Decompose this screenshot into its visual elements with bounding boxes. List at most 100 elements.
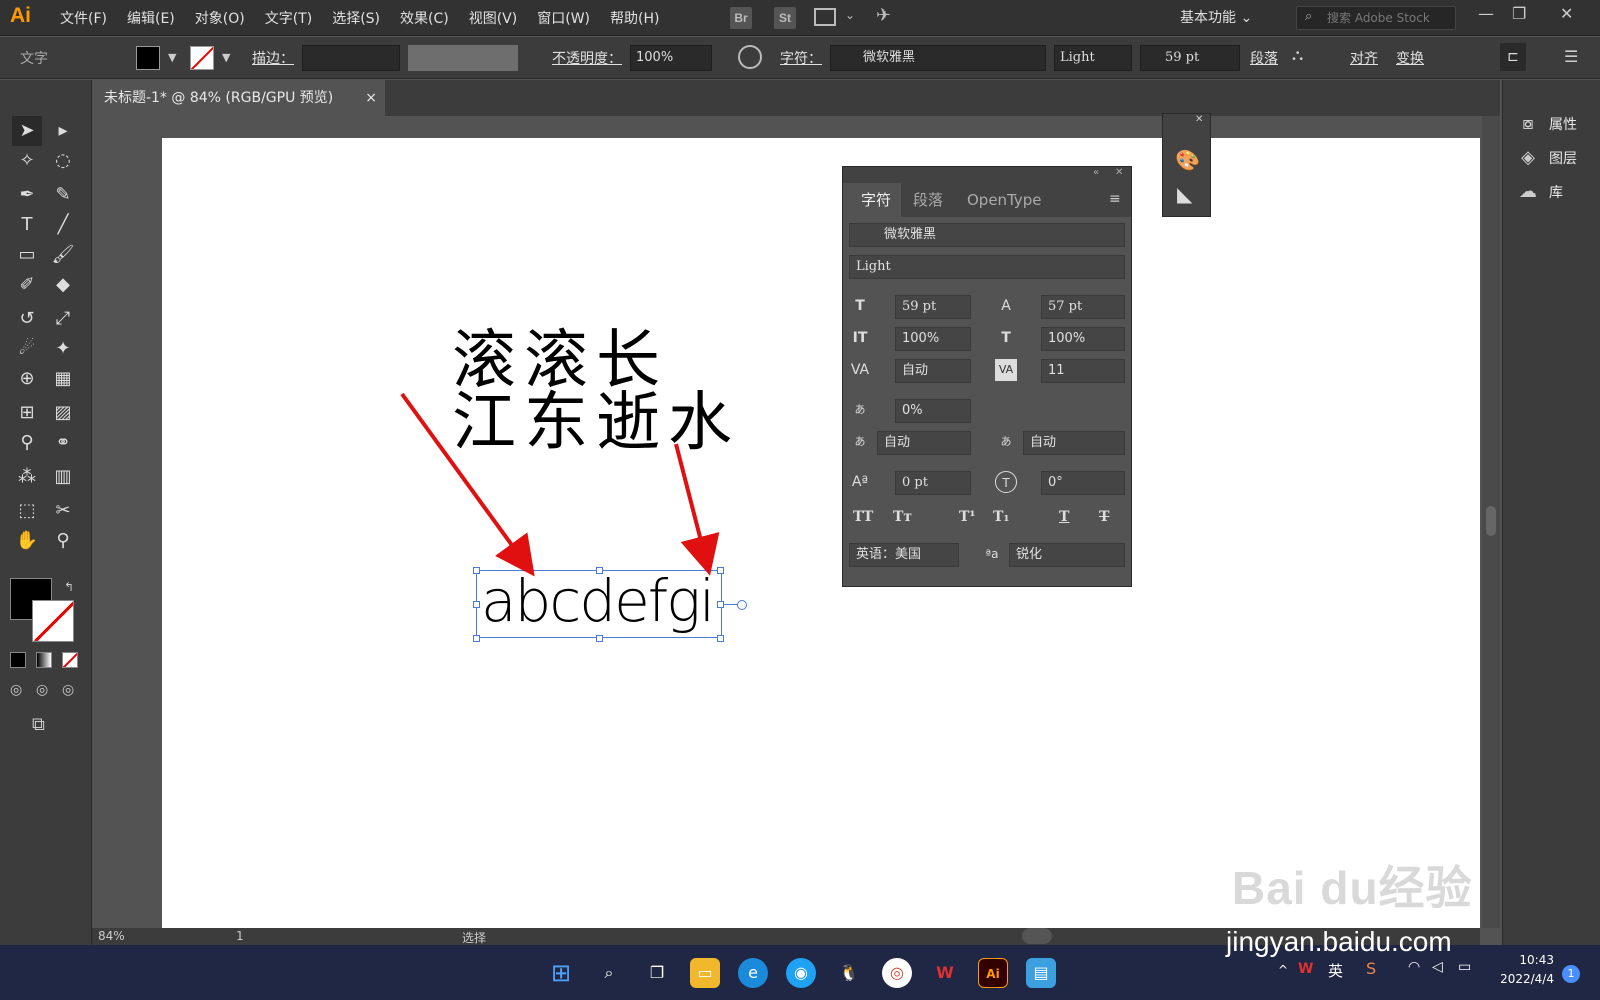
volume-icon[interactable]: ◁ [1432, 959, 1443, 975]
menu-effect[interactable]: 效果(C) [390, 8, 459, 28]
horizontal-scroll-thumb[interactable] [1022, 928, 1052, 944]
wps-icon[interactable]: W [930, 958, 960, 988]
stroke-label[interactable]: 描边： [252, 48, 294, 68]
menu-help[interactable]: 帮助(H) [600, 8, 669, 28]
font-family-field[interactable]: 微软雅黑 [830, 45, 1046, 71]
tab-opentype[interactable]: OpenType [957, 183, 1052, 217]
menu-type[interactable]: 文字(T) [255, 8, 322, 28]
menu-file[interactable]: 文件(F) [50, 8, 117, 28]
tab-paragraph[interactable]: 段落 [903, 183, 953, 217]
stock-search-input[interactable]: 搜索 Adobe Stock [1296, 6, 1456, 30]
close-tab-icon[interactable]: × [365, 80, 377, 116]
close-icon[interactable]: ✕ [1560, 4, 1573, 23]
strikethrough-button[interactable]: T [1099, 509, 1109, 525]
paragraph-link[interactable]: 段落 [1250, 48, 1278, 68]
clock-time[interactable]: 10:43 [1494, 953, 1554, 967]
dock-item-layers[interactable]: ◈ 图层 [1515, 144, 1577, 172]
character-label[interactable]: 字符： [780, 48, 822, 68]
close-icon[interactable]: ✕ [1115, 167, 1123, 178]
leading-input[interactable]: 57 pt [1041, 295, 1125, 319]
tab-character[interactable]: 字符 [843, 183, 902, 217]
stroke-color-box[interactable] [32, 600, 74, 642]
small-caps-button[interactable]: Tт [893, 509, 912, 525]
horizontal-scale-input[interactable]: 100% [1041, 327, 1125, 351]
curvature-tool-icon[interactable]: ✎ [48, 180, 78, 210]
workspace-switcher[interactable]: 基本功能 ⌄ [1180, 7, 1252, 27]
slice-tool-icon[interactable]: ✂ [48, 496, 78, 526]
type-tool-icon[interactable]: T [12, 210, 42, 240]
subscript-button[interactable]: T₁ [993, 509, 1010, 525]
sogou-icon[interactable]: S [1366, 959, 1376, 978]
dock-item-libraries[interactable]: ☁ 库 [1515, 178, 1563, 206]
document-tab[interactable]: 未标题-1* @ 84% (RGB/GPU 预览) × [92, 80, 385, 116]
aki-right-select[interactable]: 自动 [1023, 431, 1125, 455]
menu-icon[interactable]: ☰ [1564, 47, 1578, 66]
zoom-level[interactable]: 84% [98, 929, 125, 943]
puppet-warp-tool-icon[interactable]: ✦ [48, 334, 78, 364]
illustrator-icon[interactable]: Ai [978, 958, 1008, 988]
draw-behind-icon[interactable]: ◎ [36, 682, 48, 698]
zoom-tool-icon[interactable]: ⚲ [48, 526, 78, 556]
align-link[interactable]: 对齐 [1350, 48, 1378, 68]
direct-selection-tool-icon[interactable]: ▸ [48, 116, 78, 146]
color-mode-icon[interactable] [10, 652, 26, 668]
notification-badge[interactable]: 1 [1562, 965, 1580, 983]
chevron-down-icon[interactable]: ▼ [222, 51, 230, 64]
arrange-documents-icon[interactable] [814, 8, 836, 26]
chrome-icon[interactable]: ◎ [882, 958, 912, 988]
wps-tray-icon[interactable]: W [1298, 961, 1313, 977]
superscript-button[interactable]: T¹ [959, 509, 976, 525]
font-style-select[interactable]: Light [849, 255, 1125, 279]
browser-icon[interactable]: ◉ [786, 958, 816, 988]
lasso-tool-icon[interactable]: ◌ [48, 146, 78, 176]
line-tool-icon[interactable]: ╱ [48, 210, 78, 240]
artboard[interactable]: 滚滚长 江东逝水 abcdefgi [162, 138, 1480, 928]
panel-options-icon[interactable]: ⊏ [1500, 43, 1526, 71]
panel-menu-icon[interactable]: ≡ [1109, 191, 1121, 207]
pen-tool-icon[interactable]: ✒ [12, 180, 42, 210]
gradient-panel-icon[interactable]: ◣ [1177, 182, 1192, 206]
magic-wand-tool-icon[interactable]: ✧ [12, 146, 42, 176]
close-icon[interactable]: ✕ [1195, 114, 1203, 125]
hand-tool-icon[interactable]: ✋ [12, 526, 42, 556]
variable-width-profile[interactable] [408, 45, 518, 71]
character-rotation-input[interactable]: 0° [1041, 471, 1125, 495]
color-palette-icon[interactable]: 🎨 [1175, 148, 1200, 172]
transform-link[interactable]: 变换 [1396, 48, 1424, 68]
mesh-tool-icon[interactable]: ⊞ [12, 398, 42, 428]
menu-select[interactable]: 选择(S) [322, 8, 390, 28]
file-explorer-icon[interactable]: ▭ [690, 958, 720, 988]
stroke-weight-field[interactable] [302, 45, 400, 71]
selection-tool-icon[interactable]: ➤ [12, 116, 42, 146]
stock-button[interactable]: St [774, 7, 796, 29]
task-view-icon[interactable]: ❐ [642, 958, 672, 988]
gradient-tool-icon[interactable]: ▨ [48, 398, 78, 428]
status-mode[interactable]: 选择 [462, 929, 486, 946]
minimize-icon[interactable]: — [1478, 4, 1494, 23]
bridge-button[interactable]: Br [730, 7, 752, 29]
gradient-mode-icon[interactable] [36, 652, 52, 668]
symbol-sprayer-tool-icon[interactable]: ⁂ [12, 462, 42, 492]
font-family-select[interactable]: 微软雅黑 [849, 223, 1125, 247]
dock-item-properties[interactable]: ⧇ 属性 [1515, 110, 1577, 138]
aki-left-select[interactable]: 自动 [877, 431, 971, 455]
scroll-thumb[interactable] [1486, 506, 1496, 536]
chevron-down-icon[interactable]: ▼ [168, 51, 176, 64]
baseline-shift-input[interactable]: 0 pt [895, 471, 971, 495]
font-size-field[interactable]: 59 pt [1140, 45, 1240, 71]
opacity-label[interactable]: 不透明度： [552, 48, 622, 68]
ime-indicator[interactable]: 英 [1328, 960, 1343, 981]
vertical-scrollbar[interactable] [1482, 116, 1500, 928]
puppet-warp-icon[interactable]: ⛬ [1292, 45, 1303, 65]
anti-aliasing-select[interactable]: 锐化 [1009, 543, 1125, 567]
kerning-input[interactable]: 自动 [895, 359, 971, 383]
chevron-down-icon[interactable]: ⌄ [845, 8, 855, 22]
wifi-icon[interactable]: ◠ [1408, 959, 1420, 975]
notepad-icon[interactable]: ▤ [1026, 958, 1056, 988]
tray-chevron-icon[interactable]: ^ [1278, 963, 1288, 977]
draw-normal-icon[interactable]: ◎ [10, 682, 22, 698]
recolor-artwork-icon[interactable] [738, 45, 762, 69]
shaper-tool-icon[interactable]: ✐ [12, 270, 42, 300]
eraser-tool-icon[interactable]: ◆ [48, 270, 78, 300]
collapse-icon[interactable]: « [1093, 167, 1099, 178]
